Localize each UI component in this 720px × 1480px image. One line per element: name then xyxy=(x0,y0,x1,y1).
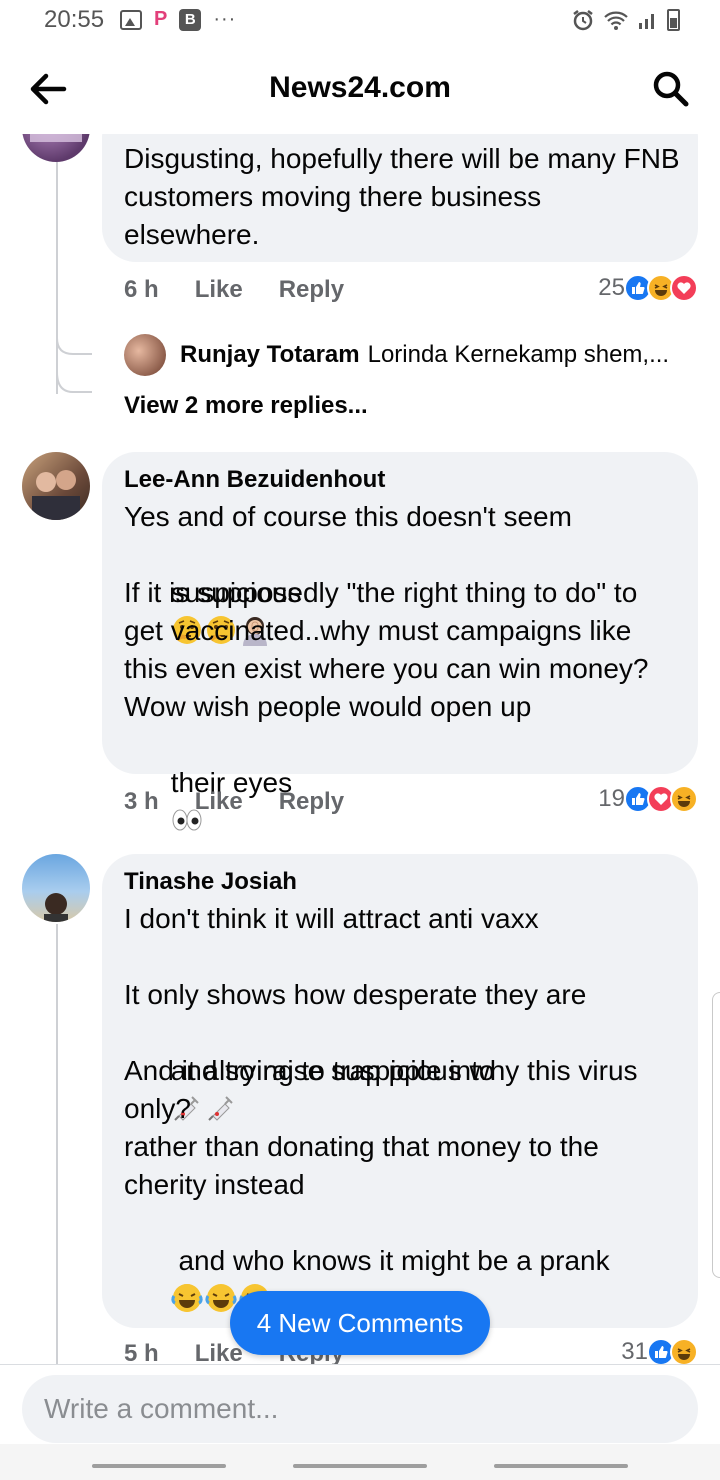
like-button[interactable]: Like xyxy=(195,1340,243,1364)
reply-snippet: Lorinda Kernekamp shem,... xyxy=(367,341,670,368)
comment-text: Disgusting, hopefully there will be many… xyxy=(124,143,688,250)
comment-bubble[interactable]: Tinashe Josiah I don't think it will att… xyxy=(102,854,698,1328)
reply-button[interactable]: Reply xyxy=(279,276,344,304)
like-button[interactable]: Like xyxy=(195,788,243,816)
comment-time: 3 h xyxy=(124,788,159,815)
avatar[interactable] xyxy=(22,134,90,162)
comment-bubble[interactable]: Lee-Ann Bezuidenhout Yes and of course t… xyxy=(102,452,698,831)
comment-composer xyxy=(0,1364,720,1444)
reply-author[interactable]: Runjay Totaram xyxy=(180,341,360,369)
comments-list: Disgusting, hopefully there will be many… xyxy=(0,134,720,1364)
view-more-replies-link[interactable]: View 2 more replies... xyxy=(124,392,368,420)
comment-input[interactable] xyxy=(22,1375,698,1443)
reaction-summary[interactable]: 31 xyxy=(621,1338,698,1364)
comment-actions: 3 h Like Reply xyxy=(124,788,380,816)
gallery-notification-icon xyxy=(120,9,142,30)
like-button[interactable]: Like xyxy=(195,276,243,304)
reaction-count: 19 xyxy=(598,785,625,812)
p-app-notification-icon: P xyxy=(154,8,168,30)
top-bar: News24.com xyxy=(0,44,720,134)
comment-bubble[interactable]: Disgusting, hopefully there will be many… xyxy=(102,134,698,262)
reaction-count: 31 xyxy=(621,1338,648,1364)
avatar[interactable] xyxy=(22,452,90,520)
comment-author[interactable]: Tinashe Josiah xyxy=(124,868,297,896)
battery-icon xyxy=(667,9,680,31)
system-nav-bar xyxy=(0,1444,720,1480)
nav-back-button[interactable] xyxy=(494,1464,628,1468)
love-reaction-icon xyxy=(670,274,698,302)
comment-text-paragraph: If it is supposedly "the right thing to … xyxy=(124,577,657,722)
search-icon[interactable] xyxy=(652,70,690,108)
nav-recents-button[interactable] xyxy=(92,1464,226,1468)
haha-reaction-icon xyxy=(670,785,698,813)
comment-time: 5 h xyxy=(124,1340,159,1364)
reply-avatar xyxy=(124,334,166,376)
nav-home-button[interactable] xyxy=(293,1464,427,1468)
status-time: 20:55 xyxy=(44,6,105,33)
comment-text-paragraph: And it also raise suspicious why this vi… xyxy=(124,1055,638,1200)
reply-button[interactable]: Reply xyxy=(279,788,344,816)
comment-text-line: I don't think it will attract anti vaxx xyxy=(124,903,539,934)
new-comments-button[interactable]: 4 New Comments xyxy=(230,1291,490,1355)
comment-author[interactable]: Lee-Ann Bezuidenhout xyxy=(124,466,385,494)
signal-icon xyxy=(639,14,654,29)
status-bar: 20:55 P B ··· xyxy=(0,0,720,44)
comment-time: 6 h xyxy=(124,276,159,303)
scrollbar-thumb[interactable] xyxy=(712,992,720,1278)
system-icons xyxy=(571,8,680,32)
alarm-icon xyxy=(573,10,593,31)
face-with-tears-of-joy-icon xyxy=(171,1284,203,1312)
b-app-notification-icon: B xyxy=(179,8,202,31)
notification-icons: P B ··· xyxy=(120,8,236,31)
comment-text-line: Yes and of course this doesn't seem xyxy=(124,501,572,532)
comment-text-line: It only shows how desperate they are xyxy=(124,979,587,1010)
page-title: News24.com xyxy=(269,71,451,104)
wifi-icon xyxy=(604,11,628,30)
thread-line xyxy=(56,924,58,1364)
reaction-summary[interactable]: 25 xyxy=(598,274,698,302)
avatar[interactable] xyxy=(22,854,90,922)
more-notifications-icon: ··· xyxy=(213,8,237,30)
comment-actions: 6 h Like Reply xyxy=(124,276,380,304)
haha-reaction-icon xyxy=(670,1338,698,1364)
reaction-summary[interactable]: 19 xyxy=(598,785,698,813)
reaction-count: 25 xyxy=(598,274,625,301)
thread-connector xyxy=(56,324,92,393)
reply-preview[interactable]: Runjay Totaram Lorinda Kernekamp shem,..… xyxy=(124,334,669,376)
